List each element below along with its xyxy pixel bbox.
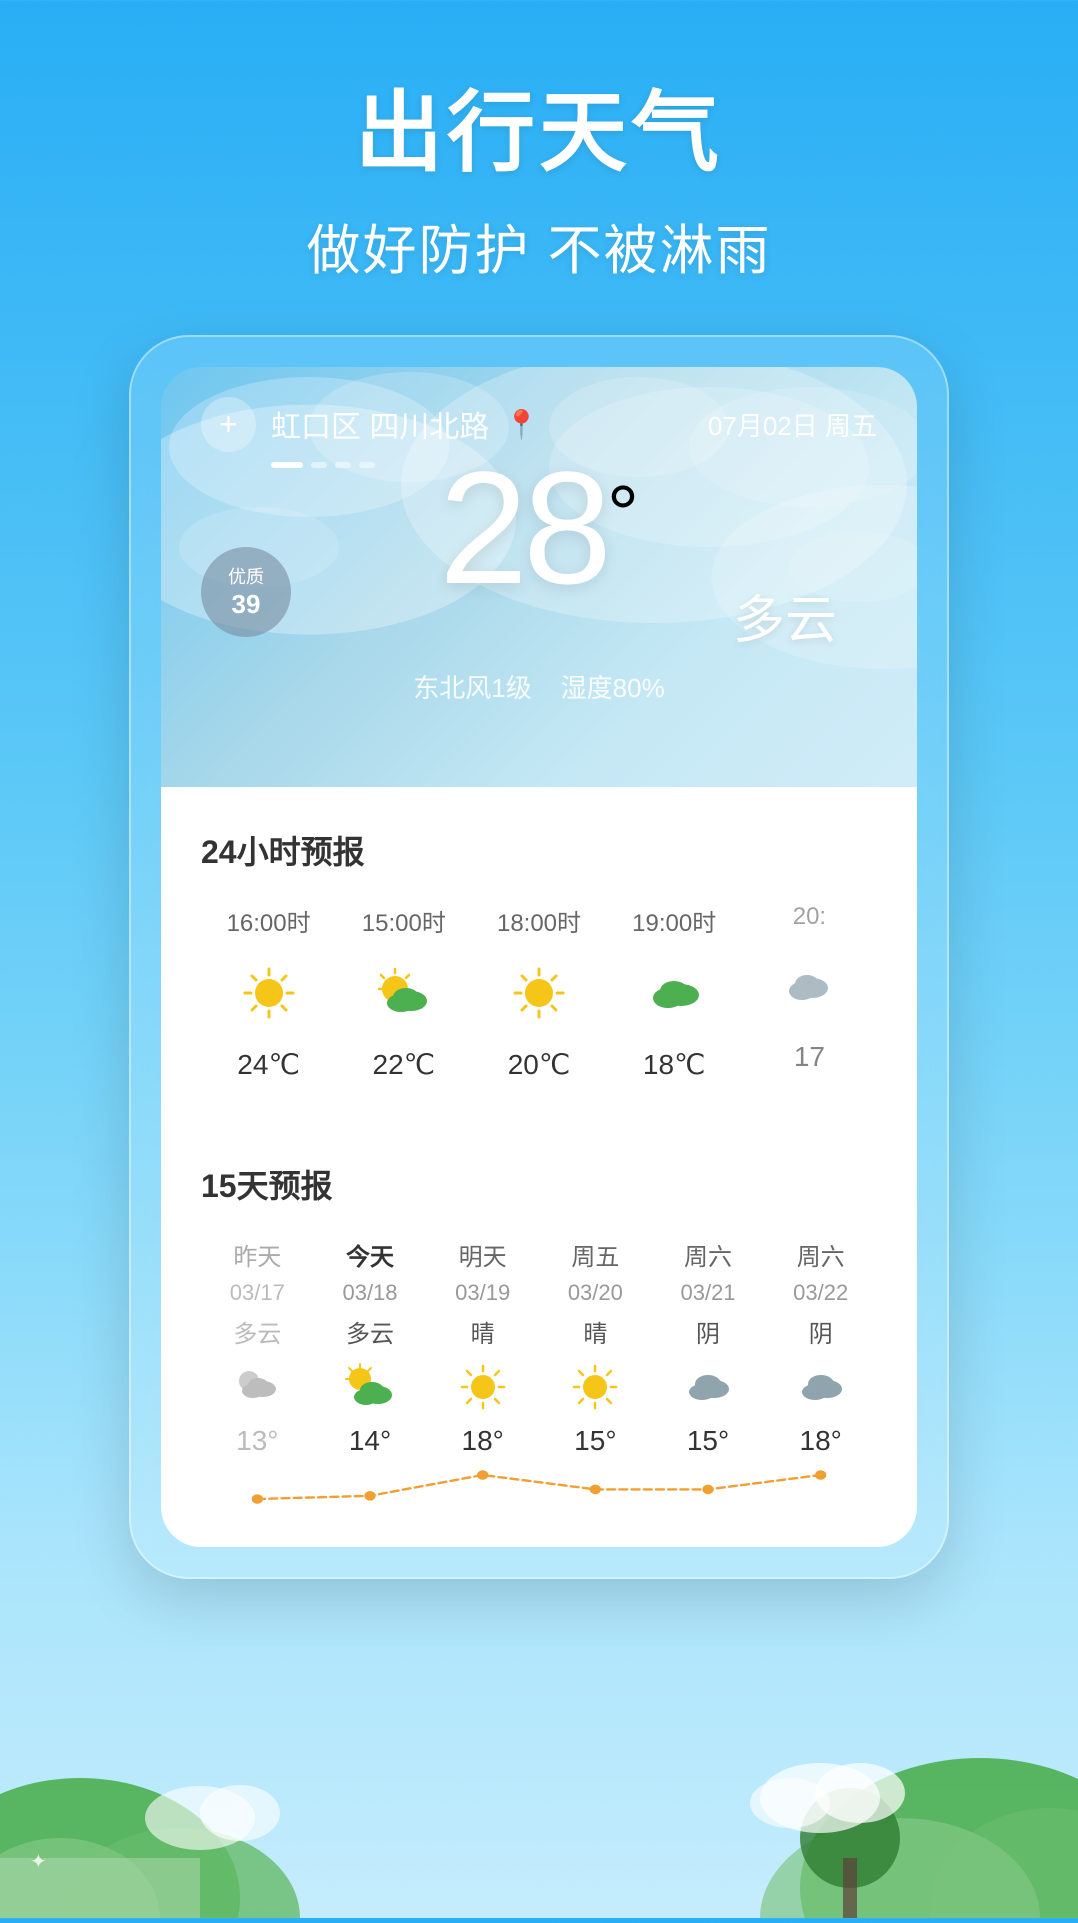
day-col-today: 今天 03/18 多云 <box>314 1237 427 1457</box>
hour-3-icon <box>504 958 574 1028</box>
day-date-fri: 03/20 <box>568 1280 623 1306</box>
hour-3-label: 18:00时 <box>497 903 581 938</box>
hour-3-temp: 20℃ <box>508 1048 571 1081</box>
day-icon-sat1 <box>678 1357 738 1417</box>
hour-2-icon <box>369 958 439 1028</box>
hour-5-temp: 17 <box>794 1041 825 1073</box>
hourly-item-4: 19:00时 18℃ <box>607 903 742 1081</box>
day-condition-fri: 晴 <box>583 1314 607 1349</box>
svg-text:✦: ✦ <box>30 1851 47 1873</box>
hour-4-icon <box>639 958 709 1028</box>
weather-header: + 虹口区 四川北路 📍 07月02日 周五 优质 39 28 ° 多云 <box>161 367 917 787</box>
hour-1-temp: 24℃ <box>237 1048 300 1081</box>
date-display: 07月02日 周五 <box>708 406 877 443</box>
hour-5-icon <box>774 951 844 1021</box>
day-condition-today: 多云 <box>346 1314 394 1349</box>
day-date-tomorrow: 03/19 <box>455 1280 510 1306</box>
day-icon-tomorrow <box>453 1357 513 1417</box>
day-temp-tomorrow: 18° <box>462 1425 504 1457</box>
wind-humidity-info: 东北风1级 湿度80% <box>201 668 877 705</box>
add-location-button[interactable]: + <box>201 397 256 452</box>
day-condition-sat2: 阴 <box>809 1314 833 1349</box>
wind-info: 东北风1级 <box>413 673 531 703</box>
day-icon-sat2 <box>791 1357 851 1417</box>
landscape-decoration: ✦ <box>0 1618 1078 1918</box>
hourly-forecast-card: 24小时预报 16:00时 <box>161 787 917 1121</box>
day-temp-fri: 15° <box>574 1425 616 1457</box>
days-grid: 昨天 03/17 多云 13° 今天 03/18 多云 <box>201 1237 877 1457</box>
hour-2-temp: 22℃ <box>373 1048 436 1081</box>
day-col-tomorrow: 明天 03/19 晴 <box>426 1237 539 1457</box>
day-icon-fri <box>565 1357 625 1417</box>
day-name-sat2: 周六 <box>797 1237 845 1272</box>
hourly-item-5: 20: 17 <box>742 903 877 1081</box>
day-condition-yesterday: 多云 <box>233 1314 281 1349</box>
day-icon-today <box>340 1357 400 1417</box>
day-condition-tomorrow: 晴 <box>471 1314 495 1349</box>
day-name-tomorrow: 明天 <box>459 1237 507 1272</box>
day-date-today: 03/18 <box>342 1280 397 1306</box>
daily-forecast-card: 15天预报 昨天 03/17 多云 13° <box>161 1121 917 1547</box>
hero-subtitle: 做好防护 不被淋雨 <box>0 206 1078 285</box>
day-name-sat1: 周六 <box>684 1237 732 1272</box>
day-date-yesterday: 03/17 <box>230 1280 285 1306</box>
day-col-sat2: 周六 03/22 阴 18° <box>764 1237 877 1457</box>
trend-line-container <box>201 1467 877 1507</box>
humidity-info: 湿度80% <box>561 673 665 703</box>
day-temp-sat1: 15° <box>687 1425 729 1457</box>
day-name-fri: 周五 <box>571 1237 619 1272</box>
day-temp-today: 14° <box>349 1425 391 1457</box>
day-date-sat2: 03/22 <box>793 1280 848 1306</box>
hour-2-label: 15:00时 <box>362 903 446 938</box>
daily-forecast-title: 15天预报 <box>201 1161 877 1207</box>
hero-section: 出行天气 做好防护 不被淋雨 <box>0 0 1078 285</box>
hourly-item-2: 15:00时 22℃ <box>336 903 471 1081</box>
day-col-fri: 周五 03/20 晴 <box>539 1237 652 1457</box>
day-name-today: 今天 <box>346 1237 394 1272</box>
hour-1-icon <box>234 958 304 1028</box>
day-col-yesterday: 昨天 03/17 多云 13° <box>201 1237 314 1457</box>
location-pin-icon: 📍 <box>504 408 539 441</box>
hourly-forecast-row: 16:00时 <box>201 903 877 1081</box>
day-condition-sat1: 阴 <box>696 1314 720 1349</box>
hour-1-label: 16:00时 <box>227 903 311 938</box>
hour-5-label: 20: <box>793 903 826 931</box>
day-icon-yesterday <box>227 1357 287 1417</box>
day-name-yesterday: 昨天 <box>233 1237 281 1272</box>
hourly-item-1: 16:00时 <box>201 903 336 1081</box>
day-col-sat1: 周六 03/21 阴 15° <box>652 1237 765 1457</box>
weather-condition: 多云 <box>201 578 877 653</box>
hero-title: 出行天气 <box>0 80 1078 186</box>
phone-mockup: + 虹口区 四川北路 📍 07月02日 周五 优质 39 28 ° 多云 <box>129 335 949 1579</box>
temperature-section: 28 ° 多云 东北风1级 湿度80% <box>201 448 877 705</box>
degree-symbol: ° <box>607 468 639 560</box>
hour-4-label: 19:00时 <box>632 903 716 938</box>
day-temp-yesterday: 13° <box>236 1425 278 1457</box>
day-temp-sat2: 18° <box>800 1425 842 1457</box>
day-date-sat1: 03/21 <box>680 1280 735 1306</box>
hour-4-temp: 18℃ <box>643 1048 706 1081</box>
hourly-forecast-title: 24小时预报 <box>201 827 877 873</box>
hourly-item-3: 18:00时 <box>471 903 606 1081</box>
